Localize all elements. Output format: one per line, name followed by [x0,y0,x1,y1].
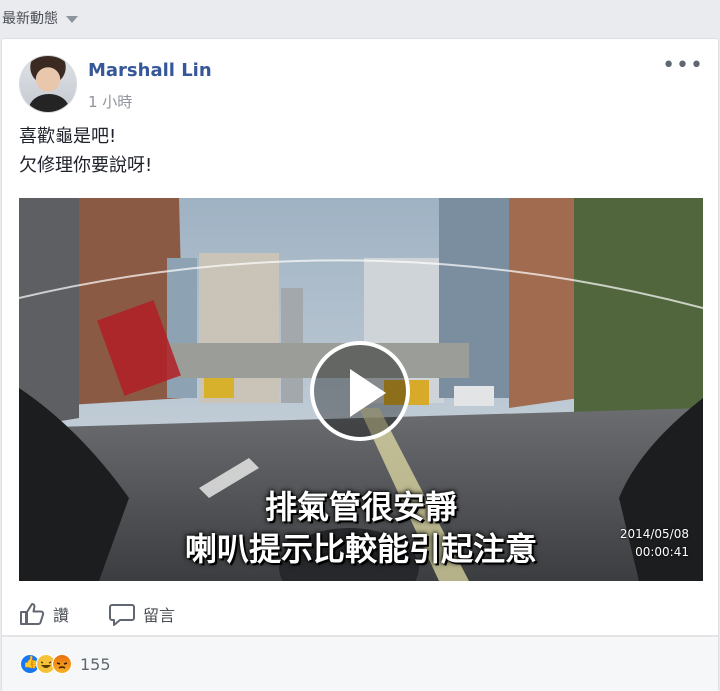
ellipsis-icon[interactable]: ••• [662,55,704,77]
caret-down-icon[interactable] [66,15,78,23]
action-bar: 讚 留言 [2,592,718,636]
like-label: 讚 [53,605,70,625]
post-text-line1: 喜歡龜是吧! [19,126,117,147]
video-caption-line1: 排氣管很安靜 [264,488,457,526]
video-time: 00:00:41 [635,545,689,559]
author-name[interactable]: Marshall Lin [88,60,212,81]
post-timestamp[interactable]: 1 小時 [88,91,132,112]
post-text: 喜歡龜是吧! 欠修理你要說呀! [19,122,152,180]
post-text-line2: 欠修理你要說呀! [19,155,153,176]
comment-label: 留言 [143,605,176,625]
feed-header[interactable]: 最新動態 [2,8,78,28]
reaction-count[interactable]: 155 [80,655,111,674]
angry-reaction-icon [52,654,72,674]
post-card: Marshall Lin 1 小時 ••• 喜歡龜是吧! 欠修理你要說呀! 排氣… [1,38,719,691]
like-button[interactable]: 讚 [19,602,69,626]
video-player[interactable]: 排氣管很安靜 喇叭提示比較能引起注意 2014/05/08 00:00:41 [19,198,703,581]
feed-header-label: 最新動態 [2,11,58,27]
comment-button[interactable]: 留言 [109,602,175,626]
reactions-summary[interactable]: 155 [2,636,718,691]
video-caption-line2: 喇叭提示比較能引起注意 [184,530,537,568]
play-icon[interactable] [310,341,410,441]
avatar[interactable] [19,55,77,113]
thumbs-up-icon [20,602,45,625]
video-date: 2014/05/08 [619,527,689,541]
comment-icon [109,603,136,626]
